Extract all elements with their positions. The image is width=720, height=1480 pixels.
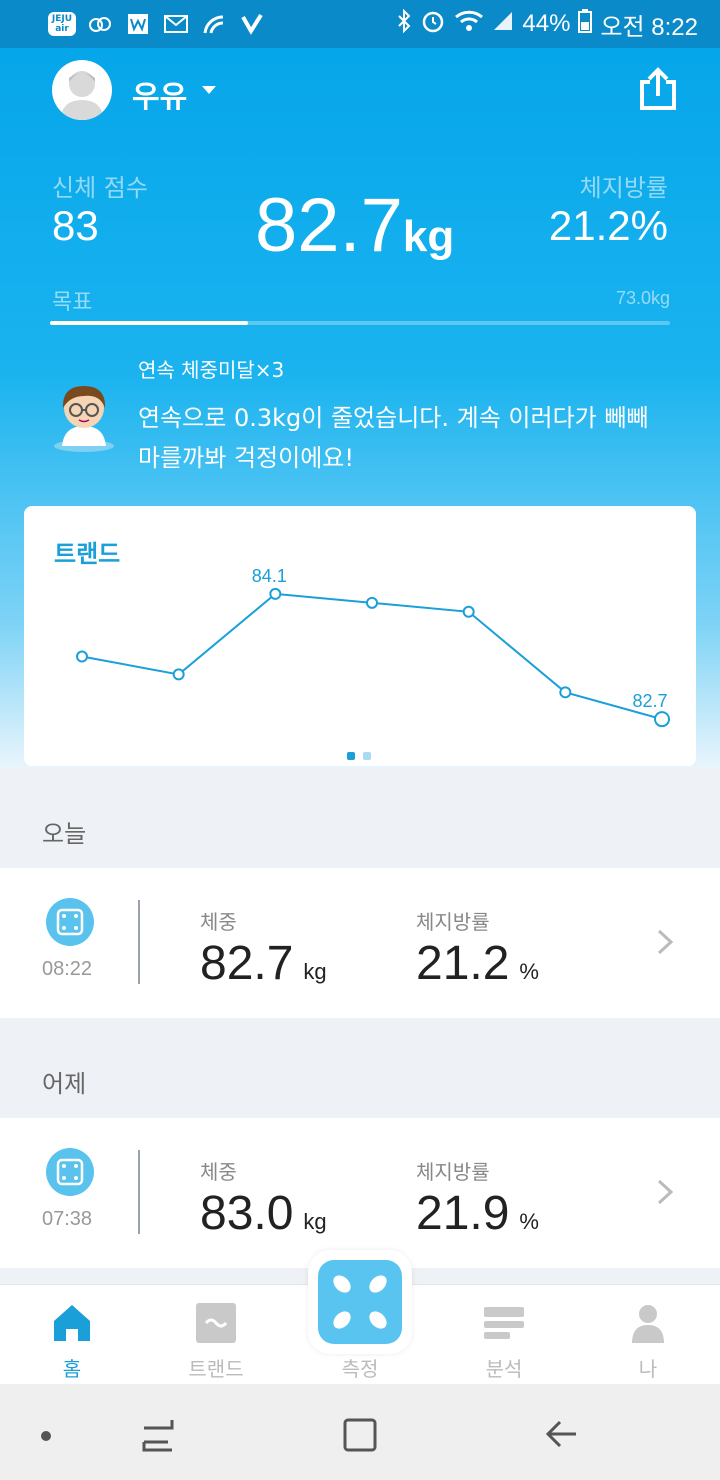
- goal-label: 목표: [52, 290, 93, 315]
- trend-line: [81, 592, 663, 721]
- weight-unit: kg: [303, 1209, 327, 1234]
- trend-point[interactable]: [269, 587, 282, 600]
- body-fat-label: 체지방률: [416, 910, 490, 934]
- nav-me-label: 나: [638, 1357, 658, 1381]
- data-label: 84.1: [252, 566, 287, 586]
- chevron-right-icon[interactable]: [656, 1178, 674, 1206]
- profile-name[interactable]: 우유: [132, 72, 187, 116]
- weight-reading: 82.7 kg: [200, 936, 327, 991]
- chevron-right-icon[interactable]: [656, 928, 674, 956]
- weight-value: 82.7: [200, 937, 294, 990]
- trend-point[interactable]: [462, 605, 475, 618]
- data-label: 82.7: [632, 691, 667, 711]
- signal-icon: [492, 10, 514, 39]
- home-icon: [50, 1301, 94, 1345]
- scale-icon: [46, 1148, 94, 1196]
- body-fat-reading: 21.2%: [416, 936, 539, 991]
- section-yesterday: 어제: [42, 1070, 87, 1098]
- divider: [138, 1150, 140, 1234]
- coach-message: 연속으로 0.3kg이 줄었습니다. 계속 이러다가 빼빼 마를까봐 걱정이에요…: [138, 404, 649, 472]
- record-time: 07:38: [42, 1208, 93, 1230]
- nav-trend[interactable]: 트랜드: [156, 1301, 276, 1382]
- home-button-icon[interactable]: [343, 1418, 377, 1452]
- recent-apps-icon[interactable]: [142, 1420, 174, 1452]
- weight-reading: 83.0 kg: [200, 1186, 327, 1241]
- body-fat-unit: %: [519, 1209, 539, 1234]
- scale-icon: [318, 1260, 402, 1344]
- divider: [138, 900, 140, 984]
- goal-progress-fill: [50, 321, 249, 325]
- goal-value: 73.0kg: [615, 288, 670, 308]
- section-today: 오늘: [42, 820, 87, 848]
- mail-icon: [162, 12, 190, 36]
- nav-home[interactable]: 홈: [12, 1301, 132, 1382]
- trend-point[interactable]: [172, 668, 185, 681]
- medal-badge: 연속 체중미달×3: [138, 358, 285, 382]
- nav-measure-label: 측정: [341, 1357, 379, 1381]
- avatar[interactable]: [52, 60, 112, 120]
- person-icon: [626, 1301, 670, 1345]
- trend-point[interactable]: [654, 711, 670, 728]
- weight-unit: kg: [303, 959, 327, 984]
- page-dot: [363, 752, 371, 760]
- page-indicator: [347, 752, 371, 760]
- cloud-icon: [86, 12, 114, 36]
- wifi-icon: [454, 9, 484, 40]
- system-nav-bar: [0, 1384, 720, 1480]
- measure-button[interactable]: [308, 1250, 412, 1354]
- clock: 오전 8:22: [600, 13, 698, 41]
- body-fat-value: 21.9: [416, 1187, 510, 1240]
- chevron-down-icon[interactable]: [202, 86, 216, 94]
- nav-trend-label: 트랜드: [188, 1357, 244, 1381]
- battery-percent: 44%: [522, 10, 571, 37]
- dot-icon[interactable]: [41, 1431, 51, 1441]
- nav-analysis-label: 분석: [485, 1357, 523, 1381]
- weight-display: 82.7kg: [255, 182, 454, 269]
- wifi-call-icon: [200, 12, 228, 36]
- weight-label: 체중: [200, 1160, 237, 1184]
- trend-point[interactable]: [76, 650, 88, 663]
- body-fat-label: 체지방률: [416, 1160, 490, 1184]
- scale-icon: [46, 898, 94, 946]
- weight-value: 83.0: [200, 1187, 294, 1240]
- nav-home-label: 홈: [62, 1357, 82, 1381]
- alarm-icon: [420, 8, 446, 41]
- trend-card[interactable]: 트랜드 84.1 82.7: [24, 506, 696, 766]
- body-fat-value: 21.2%: [548, 202, 668, 249]
- doctor-mascot-icon: [52, 374, 116, 454]
- back-icon[interactable]: [545, 1420, 576, 1448]
- body-fat-label: 체지방률: [579, 174, 668, 202]
- bluetooth-icon: [396, 8, 412, 40]
- trend-point[interactable]: [559, 686, 572, 699]
- nav-me[interactable]: 나: [588, 1301, 708, 1382]
- weight-label: 체중: [200, 910, 237, 934]
- trend-icon: [194, 1301, 238, 1345]
- nav-analysis[interactable]: 분석: [444, 1301, 564, 1382]
- battery-icon: [578, 8, 593, 40]
- page-dot-active: [347, 752, 355, 760]
- record-yesterday[interactable]: 07:38 체중 83.0 kg 체지방률 21.9%: [0, 1118, 720, 1268]
- body-fat-value: 21.2: [416, 937, 510, 990]
- record-today[interactable]: 08:22 체중 82.7 kg 체지방률 21.2%: [0, 868, 720, 1018]
- check-icon: [238, 12, 266, 36]
- jeju-air-icon: JEJU air: [48, 12, 76, 36]
- word-icon: [124, 12, 152, 36]
- body-score-label: 신체 점수: [52, 174, 148, 202]
- goal-progress-bar: [50, 321, 670, 325]
- weight-unit: kg: [402, 212, 455, 261]
- weight-value: 82.7: [255, 183, 403, 268]
- analysis-icon: [482, 1301, 526, 1345]
- trend-point[interactable]: [366, 596, 378, 609]
- body-fat-unit: %: [519, 959, 539, 984]
- trend-chart: 84.1 82.7: [76, 566, 670, 728]
- body-score-value: 83: [52, 202, 99, 249]
- body-fat-reading: 21.9%: [416, 1186, 539, 1241]
- status-bar: JEJU air 44% 오전 8:22: [0, 0, 720, 48]
- record-time: 08:22: [42, 958, 93, 980]
- share-icon[interactable]: [638, 66, 678, 112]
